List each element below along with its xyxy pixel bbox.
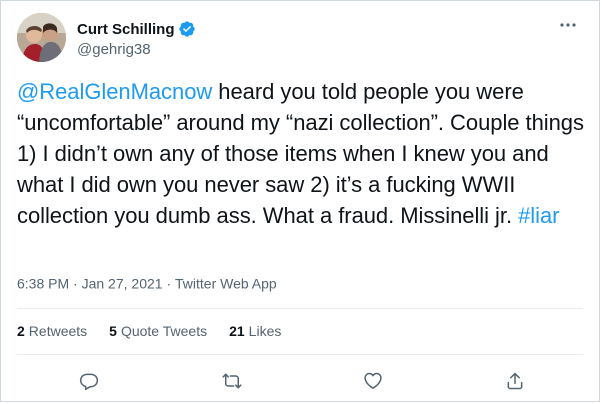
display-name-row: Curt Schilling	[77, 19, 196, 39]
tweet-actions	[1, 367, 599, 395]
mention-link[interactable]: @RealGlenMacnow	[17, 79, 212, 104]
author-names: Curt Schilling @gehrig38	[77, 19, 196, 58]
tweet-card: Curt Schilling @gehrig38 @RealGlenMacnow…	[0, 0, 600, 402]
retweet-icon[interactable]	[218, 367, 246, 395]
tweet-stats: 2 Retweets 5 Quote Tweets 21 Likes	[17, 323, 303, 339]
divider	[17, 308, 583, 309]
avatar-image	[17, 13, 66, 62]
tweet-header: Curt Schilling @gehrig38	[17, 13, 583, 63]
likes-label: Likes	[248, 323, 282, 339]
like-icon[interactable]	[359, 367, 387, 395]
author-display-name[interactable]: Curt Schilling	[77, 21, 175, 38]
meta-separator: ·	[73, 275, 78, 292]
meta-separator: ·	[166, 275, 172, 292]
divider	[17, 354, 583, 355]
avatar[interactable]	[17, 13, 66, 62]
verified-badge-icon	[178, 20, 196, 38]
retweets-stat[interactable]: 2 Retweets	[17, 323, 87, 339]
author-handle[interactable]: @gehrig38	[77, 41, 196, 58]
more-options-icon[interactable]	[557, 17, 579, 33]
retweets-label: Retweets	[28, 323, 88, 339]
reply-icon[interactable]	[75, 367, 103, 395]
tweet-source[interactable]: Twitter Web App	[175, 275, 277, 291]
tweet-text: @RealGlenMacnow heard you told people yo…	[17, 76, 585, 231]
tweet-time[interactable]: 6:38 PM	[17, 275, 69, 291]
share-icon[interactable]	[501, 367, 529, 395]
retweets-count: 2	[17, 323, 25, 339]
hashtag-link[interactable]: #liar	[518, 203, 559, 228]
tweet-meta: 6:38 PM · Jan 27, 2021 · Twitter Web App	[17, 274, 277, 291]
quote-tweets-label: Quote Tweets	[120, 323, 208, 339]
likes-count: 21	[229, 323, 245, 339]
likes-stat[interactable]: 21 Likes	[229, 323, 281, 339]
quote-tweets-stat[interactable]: 5 Quote Tweets	[109, 323, 207, 339]
tweet-date[interactable]: Jan 27, 2021	[82, 275, 163, 291]
quote-tweets-count: 5	[109, 323, 117, 339]
